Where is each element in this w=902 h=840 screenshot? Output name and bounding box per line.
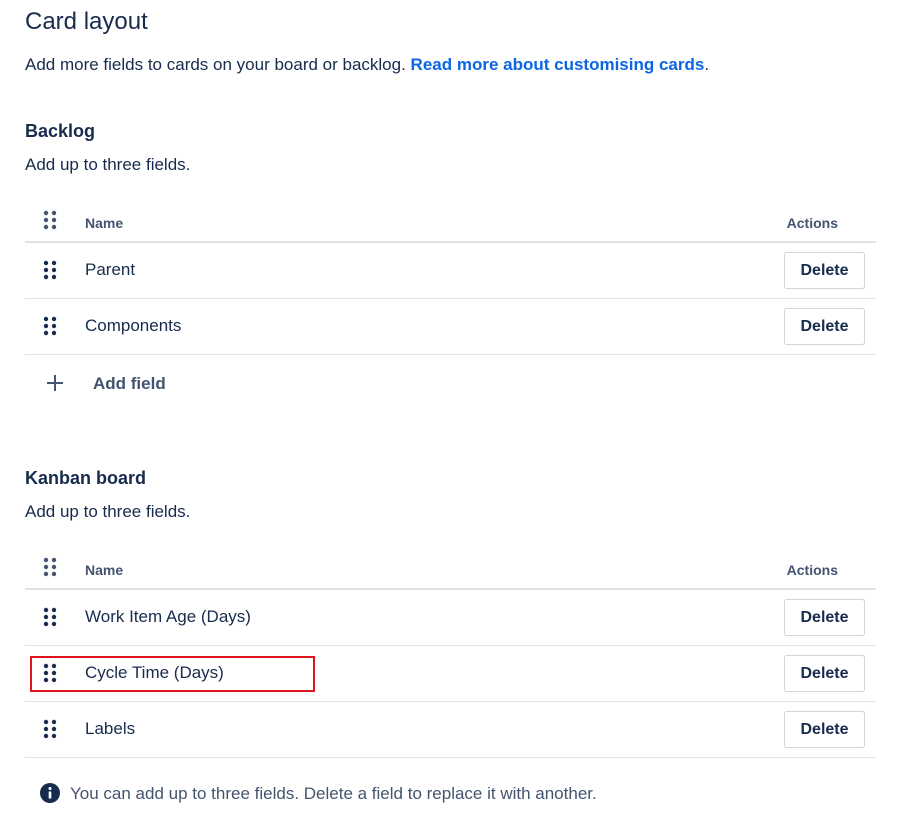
table-row: Components Delete (25, 299, 876, 355)
table-header: Name Actions (25, 207, 876, 243)
column-header-actions: Actions (786, 562, 838, 578)
field-name: Work Item Age (Days) (85, 607, 251, 626)
info-icon (40, 783, 60, 803)
drag-handle-icon (43, 557, 57, 577)
table-row: Labels Delete (25, 702, 876, 758)
plus-icon (45, 373, 65, 393)
column-header-actions: Actions (786, 215, 838, 231)
add-field-label: Add field (93, 374, 166, 393)
subtitle-end: . (704, 55, 710, 74)
kanban-heading: Kanban board (25, 468, 147, 488)
delete-button[interactable]: Delete (784, 599, 865, 636)
table-row: Parent Delete (25, 243, 876, 299)
drag-handle-icon[interactable] (43, 719, 57, 739)
delete-button[interactable]: Delete (784, 655, 865, 692)
table-row: Work Item Age (Days) Delete (25, 590, 876, 646)
read-more-link[interactable]: Read more about customising cards (411, 55, 705, 74)
delete-button[interactable]: Delete (784, 711, 865, 748)
drag-handle-icon (43, 210, 57, 230)
delete-button[interactable]: Delete (784, 252, 865, 289)
drag-handle-icon[interactable] (43, 316, 57, 336)
page-title: Card layout (25, 8, 148, 35)
drag-handle-icon[interactable] (43, 607, 57, 627)
highlight-box (30, 656, 315, 692)
info-message: You can add up to three fields. Delete a… (70, 784, 597, 803)
drag-handle-icon[interactable] (43, 260, 57, 280)
subtitle-text: Add more fields to cards on your board o… (25, 55, 411, 74)
add-field-button[interactable]: Add field (25, 370, 225, 400)
field-name: Components (85, 316, 182, 335)
backlog-fields-table: Name Actions Parent Delete Components De… (25, 207, 876, 355)
table-header: Name Actions (25, 554, 876, 590)
backlog-heading: Backlog (25, 121, 96, 141)
page-subtitle: Add more fields to cards on your board o… (25, 55, 709, 75)
column-header-name: Name (85, 562, 124, 578)
card-layout-page: Card layout Add more fields to cards on … (0, 0, 902, 840)
kanban-description: Add up to three fields. (25, 502, 191, 521)
backlog-description: Add up to three fields. (25, 155, 191, 174)
field-name: Labels (85, 719, 136, 738)
delete-button[interactable]: Delete (784, 308, 865, 345)
column-header-name: Name (85, 215, 124, 231)
field-name: Parent (85, 260, 136, 279)
